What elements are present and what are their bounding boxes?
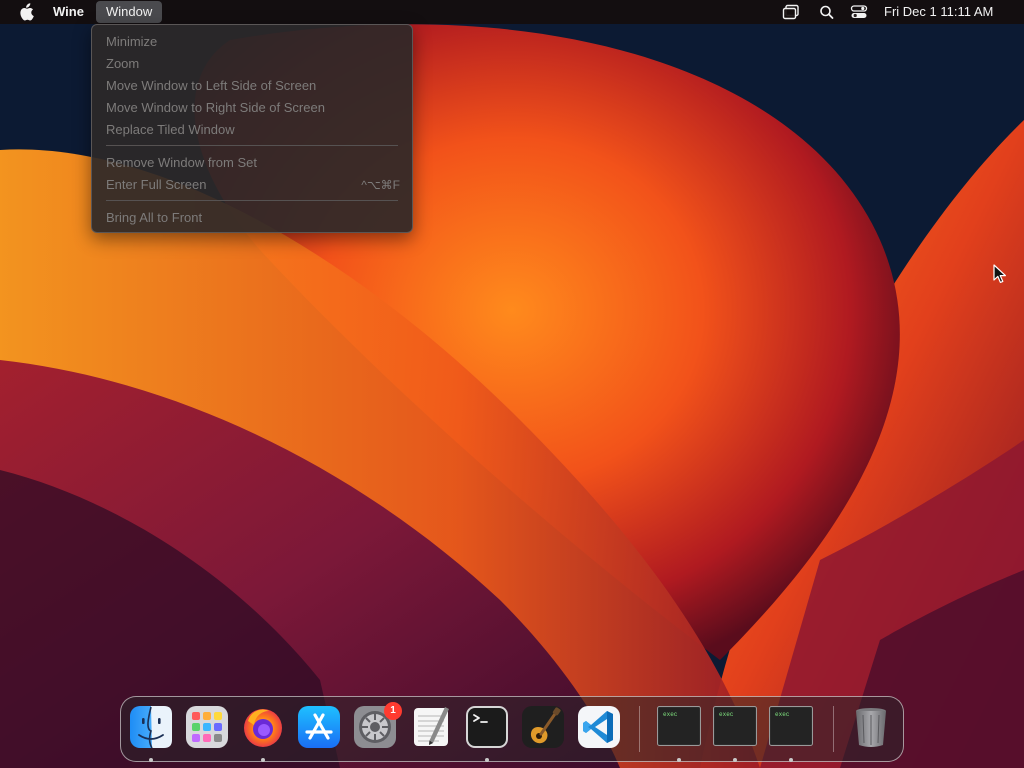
apple-menu-icon[interactable] <box>18 3 34 21</box>
screen-mirroring-icon[interactable] <box>782 4 800 20</box>
menu-separator <box>106 145 398 146</box>
firefox-icon[interactable] <box>241 705 285 749</box>
vscode-icon[interactable] <box>577 705 621 749</box>
running-indicator <box>789 758 793 762</box>
garageband-icon[interactable] <box>521 705 565 749</box>
dock-divider <box>833 706 834 752</box>
menu-bar-clock[interactable]: Fri Dec 1 11:11 AM <box>884 4 993 19</box>
spotlight-search-icon[interactable] <box>818 4 836 20</box>
menu-item-zoom[interactable]: Zoom <box>106 54 400 74</box>
menu-item-shortcut: ^⌥⌘F <box>361 178 400 192</box>
menu-item-move-left[interactable]: Move Window to Left Side of Screen <box>106 76 400 96</box>
window-menu-dropdown: Minimize Zoom Move Window to Left Side o… <box>91 24 413 233</box>
running-indicator <box>149 758 153 762</box>
menu-item-remove-from-set[interactable]: Remove Window from Set <box>106 153 400 173</box>
running-indicator <box>733 758 737 762</box>
notification-badge: 1 <box>384 702 402 720</box>
menu-item-minimize[interactable]: Minimize <box>106 32 400 52</box>
menu-bar: Wine Window Fri Dec 1 11:11 AM <box>0 0 1024 24</box>
launchpad-icon[interactable] <box>185 705 229 749</box>
control-center-icon[interactable] <box>850 4 868 20</box>
menu-item-label: Replace Tiled Window <box>106 122 235 137</box>
window-menu[interactable]: Window <box>96 1 163 23</box>
menu-item-label: Move Window to Right Side of Screen <box>106 100 325 115</box>
exec-window-label: exec <box>719 711 734 718</box>
menu-item-bring-all-to-front[interactable]: Bring All to Front <box>106 208 400 228</box>
trash-icon[interactable] <box>849 705 893 749</box>
app-name-menu[interactable]: Wine <box>53 4 84 19</box>
exec-window-label: exec <box>775 711 790 718</box>
terminal-icon[interactable] <box>465 705 509 749</box>
menu-separator <box>106 200 398 201</box>
running-indicator <box>677 758 681 762</box>
exec-window-label: exec <box>663 711 678 718</box>
exec-window-icon[interactable]: exec <box>769 705 813 749</box>
menu-item-move-right[interactable]: Move Window to Right Side of Screen <box>106 98 400 118</box>
running-indicator <box>485 758 489 762</box>
menu-item-label: Bring All to Front <box>106 210 203 225</box>
textedit-icon[interactable] <box>409 705 453 749</box>
menu-item-enter-full-screen[interactable]: Enter Full Screen ^⌥⌘F <box>106 175 400 195</box>
finder-icon[interactable] <box>129 705 173 749</box>
menu-item-label: Minimize <box>106 34 158 49</box>
menu-item-label: Remove Window from Set <box>106 155 257 170</box>
menu-item-label: Move Window to Left Side of Screen <box>106 78 317 93</box>
menu-item-label: Enter Full Screen <box>106 177 207 192</box>
menu-item-label: Zoom <box>106 56 140 71</box>
menu-item-replace-tiled[interactable]: Replace Tiled Window <box>106 120 400 140</box>
exec-window-icon[interactable]: exec <box>713 705 757 749</box>
running-indicator <box>261 758 265 762</box>
mouse-pointer-icon <box>993 264 1007 284</box>
dock-divider <box>639 706 640 752</box>
exec-window-icon[interactable]: exec <box>657 705 701 749</box>
app-store-icon[interactable] <box>297 705 341 749</box>
